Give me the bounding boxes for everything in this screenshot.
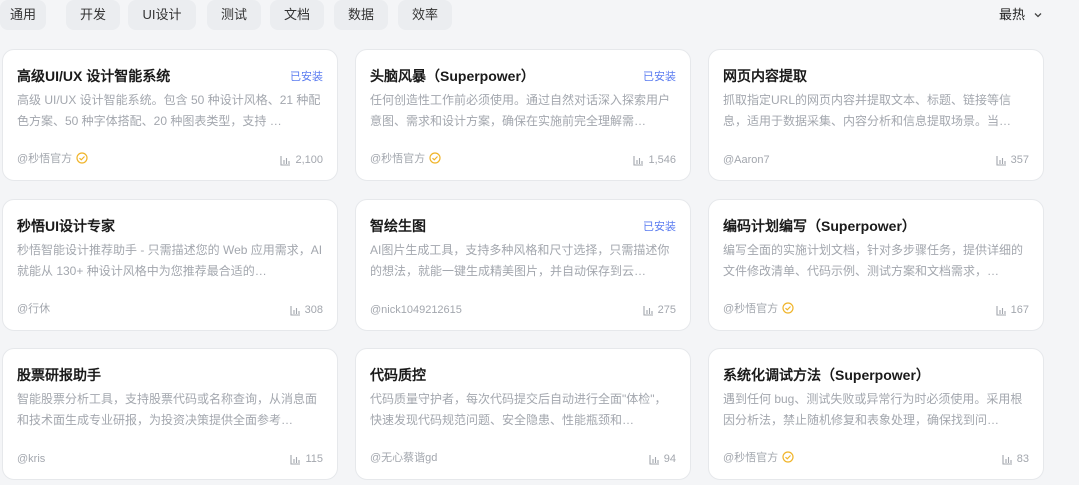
usage-stats: 167 (996, 304, 1029, 316)
bar-chart-icon (996, 305, 1006, 316)
card-author[interactable]: @秒悟官方 (17, 150, 88, 166)
card-title: 秒悟UI设计专家 (17, 218, 115, 234)
filter-chip-test[interactable]: 测试 (207, 0, 261, 30)
skill-card[interactable]: 系统化调试方法（Superpower） 遇到任何 bug、测试失败或异常行为时必须… (708, 348, 1044, 480)
author-name: @行休 (17, 303, 51, 315)
usage-stats: 115 (290, 453, 323, 465)
usage-count: 2,100 (295, 154, 323, 166)
usage-stats: 2,100 (280, 154, 323, 166)
card-author[interactable]: @秒悟官方 (370, 150, 441, 166)
usage-stats: 275 (643, 304, 676, 316)
author-name: @秒悟官方 (17, 153, 73, 165)
card-title: 系统化调试方法（Superpower） (723, 367, 930, 383)
usage-stats: 94 (649, 453, 676, 465)
usage-stats: 83 (1002, 453, 1029, 465)
card-description: 编写全面的实施计划文档，针对多步骤任务，提供详细的文件修改清单、代码示例、测试方… (723, 243, 1024, 278)
usage-stats: 357 (996, 154, 1029, 166)
card-author[interactable]: @无心蔡谐gd (370, 449, 437, 465)
usage-stats: 308 (290, 304, 323, 316)
skill-card[interactable]: 高级UI/UX 设计智能系统 已安装高级 UI/UX 设计智能系统。包含 50 种… (2, 49, 338, 181)
skill-card[interactable]: 编码计划编写（Superpower） 编写全面的实施计划文档，针对多步骤任务，提供… (708, 199, 1044, 331)
card-author[interactable]: @秒悟官方 (723, 300, 794, 316)
card-title: 网页内容提取 (723, 68, 807, 84)
verified-badge-icon (76, 152, 88, 164)
author-name: @nick1049212615 (370, 304, 462, 316)
author-name: @Aaron7 (723, 154, 770, 166)
sort-label: 最热 (998, 7, 1025, 22)
installed-badge: 已安装 (290, 71, 323, 83)
chevron-down-icon (1034, 13, 1042, 18)
sort-dropdown[interactable]: 最热 (999, 0, 1043, 30)
card-description: 遇到任何 bug、测试失败或异常行为时必须使用。采用根因分析法，禁止随机修复和表… (723, 392, 1023, 427)
author-name: @秒悟官方 (723, 452, 779, 464)
filter-chip-docs[interactable]: 文档 (270, 0, 324, 30)
skill-card[interactable]: 秒悟UI设计专家秒悟智能设计推荐助手 - 只需描述您的 Web 应用需求，AI … (2, 199, 338, 331)
bar-chart-icon (290, 454, 301, 465)
skill-card[interactable]: 头脑风暴（Superpower） 已安装任何创造性工作前必须使用。通过自然对话深入… (355, 49, 691, 181)
bar-chart-icon (290, 305, 300, 316)
skill-card[interactable]: 股票研报助手智能股票分析工具，支持股票代码或名称查询，从消息面和技术面生成专业研… (2, 348, 338, 480)
card-author[interactable]: @kris (17, 453, 45, 465)
card-author[interactable]: @nick1049212615 (370, 304, 462, 316)
bar-chart-icon (649, 454, 659, 465)
skill-card[interactable]: 智绘生图 已安装 AI图片生成工具，支持多种风格和尺寸选择，只需描述你的想法，就能一… (355, 199, 691, 331)
card-title: 智绘生图 (370, 218, 426, 234)
usage-count: 1,546 (648, 154, 676, 166)
usage-stats: 1,546 (633, 154, 676, 166)
usage-count: 115 (305, 453, 323, 465)
skill-card[interactable]: 代码质控代码质量守护者，每次代码提交后自动进行全面"体检"，快速发现代码规范问题… (355, 348, 691, 480)
card-title: 头脑风暴（Superpower） (370, 68, 535, 84)
usage-count: 83 (1016, 453, 1029, 465)
author-name: @秒悟官方 (723, 303, 779, 315)
card-description: 任何创造性工作前必须使用。通过自然对话深入探索用户意图、需求和设计方案，确保在实… (370, 93, 671, 128)
usage-count: 94 (663, 453, 676, 465)
bar-chart-icon (633, 155, 644, 166)
author-name: @秒悟官方 (370, 153, 426, 165)
card-author[interactable]: @行休 (17, 300, 50, 316)
card-description: 高级 UI/UX 设计智能系统。包含 50 种设计风格、21 种配色方案、50 … (17, 93, 321, 128)
verified-badge-icon (429, 152, 441, 164)
card-description: 秒悟智能设计推荐助手 - 只需描述您的 Web 应用需求，AI 就能从 130+… (17, 243, 323, 278)
installed-badge: 已安装 (643, 71, 676, 83)
installed-badge: 已安装 (643, 221, 676, 233)
card-description: 抓取指定URL的网页内容并提取文本、标题、链接等信息，适用于数据采集、内容分析和… (723, 93, 1012, 128)
filter-bar: 通用 开发 UI设计 测试 文档 数据 效率 最热 (0, 0, 1079, 34)
usage-count: 167 (1010, 304, 1029, 316)
card-description: 智能股票分析工具，支持股票代码或名称查询，从消息面和技术面生成专业研报，为投资决… (17, 392, 318, 427)
card-title: 代码质控 (370, 367, 426, 383)
bar-chart-icon (1002, 454, 1012, 465)
card-title: 编码计划编写（Superpower） (723, 218, 916, 234)
verified-badge-icon (782, 302, 794, 314)
verified-badge-icon (782, 451, 794, 463)
filter-chip-general[interactable]: 通用 (0, 0, 46, 30)
card-title: 股票研报助手 (17, 367, 101, 383)
skill-card[interactable]: 网页内容提取抓取指定URL的网页内容并提取文本、标题、链接等信息，适用于数据采集… (708, 49, 1044, 181)
filter-chip-dev[interactable]: 开发 (66, 0, 120, 30)
card-title: 高级UI/UX 设计智能系统 (17, 68, 171, 84)
bar-chart-icon (280, 155, 291, 166)
usage-count: 308 (304, 304, 323, 316)
filter-chip-data[interactable]: 数据 (334, 0, 388, 30)
author-name: @无心蔡谐gd (370, 452, 438, 464)
card-description: 代码质量守护者，每次代码提交后自动进行全面"体检"，快速发现代码规范问题、安全隐… (370, 392, 667, 427)
author-name: @kris (17, 453, 46, 465)
filter-chip-efficiency[interactable]: 效率 (398, 0, 452, 30)
card-author[interactable]: @秒悟官方 (723, 449, 794, 465)
usage-count: 275 (657, 304, 676, 316)
card-author[interactable]: @Aaron7 (723, 154, 770, 166)
bar-chart-icon (996, 155, 1006, 166)
card-description: AI图片生成工具，支持多种风格和尺寸选择，只需描述你的想法，就能一键生成精美图片… (370, 243, 670, 278)
filter-chip-ui-design[interactable]: UI设计 (128, 0, 196, 30)
bar-chart-icon (643, 305, 653, 316)
usage-count: 357 (1010, 154, 1029, 166)
